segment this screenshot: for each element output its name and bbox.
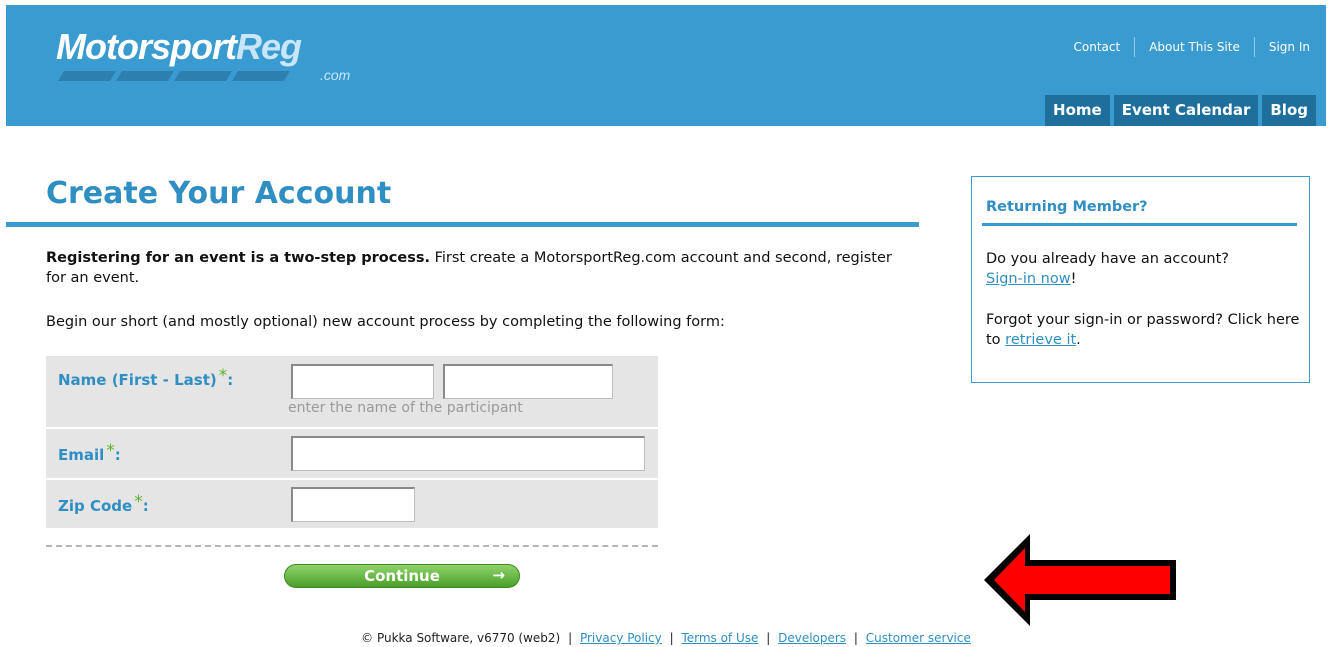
required-star-icon: * xyxy=(218,366,228,386)
required-star-icon: * xyxy=(106,441,115,461)
main-nav-tabs: Home Event Calendar Blog xyxy=(1045,95,1316,126)
site-footer: © Pukka Software, v6770 (web2) | Privacy… xyxy=(361,631,971,645)
page-title: Create Your Account xyxy=(46,176,392,211)
site-logo[interactable]: MotorsportReg .com xyxy=(56,26,350,84)
zip-label: Zip Code *: xyxy=(58,492,149,515)
sign-in-now-link[interactable]: Sign-in now xyxy=(986,271,1071,287)
sign-in-prompt: Do you already have an account? Sign-in n… xyxy=(986,251,1229,287)
developers-link[interactable]: Developers xyxy=(778,631,846,645)
intro-bold: Registering for an event is a two-step p… xyxy=(46,250,430,266)
email-row: Email *: xyxy=(46,429,658,480)
form-divider xyxy=(46,545,658,547)
zip-row: Zip Code *: xyxy=(46,480,658,530)
returning-member-title: Returning Member? xyxy=(986,199,1148,215)
privacy-policy-link[interactable]: Privacy Policy xyxy=(580,631,662,645)
about-link[interactable]: About This Site xyxy=(1149,40,1240,54)
form-instructions: Begin our short (and mostly optional) ne… xyxy=(46,314,725,330)
last-name-input[interactable] xyxy=(443,364,613,399)
logo-dotcom: .com xyxy=(320,67,351,83)
name-hint: enter the name of the participant xyxy=(288,400,523,416)
top-links: Contact About This Site Sign In xyxy=(1074,37,1310,57)
arrow-right-icon: → xyxy=(492,566,505,584)
sidebar-divider xyxy=(982,223,1297,226)
tab-blog[interactable]: Blog xyxy=(1262,95,1316,126)
copyright-text: © Pukka Software, v6770 (web2) xyxy=(361,631,561,645)
terms-of-use-link[interactable]: Terms of Use xyxy=(681,631,758,645)
required-star-icon: * xyxy=(134,492,143,512)
sign-in-link[interactable]: Sign In xyxy=(1269,40,1310,54)
email-input[interactable] xyxy=(291,436,645,471)
forgot-password-prompt: Forgot your sign-in or password? Click h… xyxy=(986,312,1300,348)
name-label: Name (First - Last) *: xyxy=(58,366,234,389)
site-header: MotorsportReg .com Contact About This Si… xyxy=(6,5,1326,126)
link-divider xyxy=(1253,37,1255,57)
account-form: Name (First - Last) *: enter the name of … xyxy=(46,356,658,530)
title-divider xyxy=(6,222,919,227)
returning-member-box: Returning Member? Do you already have an… xyxy=(971,176,1310,383)
red-arrow-icon xyxy=(984,534,1176,626)
logo-stripes-icon xyxy=(58,71,290,81)
contact-link[interactable]: Contact xyxy=(1074,40,1121,54)
customer-service-link[interactable]: Customer service xyxy=(866,631,971,645)
tab-home[interactable]: Home xyxy=(1045,95,1110,126)
name-row: Name (First - Last) *: enter the name of … xyxy=(46,356,658,429)
email-label: Email *: xyxy=(58,441,121,464)
retrieve-it-link[interactable]: retrieve it xyxy=(1005,332,1076,348)
tab-event-calendar[interactable]: Event Calendar xyxy=(1113,95,1259,126)
continue-label: Continue xyxy=(364,567,440,585)
intro-paragraph: Registering for an event is a two-step p… xyxy=(46,248,916,288)
link-divider xyxy=(1134,37,1136,57)
zip-input[interactable] xyxy=(291,487,415,522)
first-name-input[interactable] xyxy=(291,364,434,399)
logo-wordmark: MotorsportReg xyxy=(56,26,302,67)
continue-button[interactable]: Continue → xyxy=(284,564,520,588)
